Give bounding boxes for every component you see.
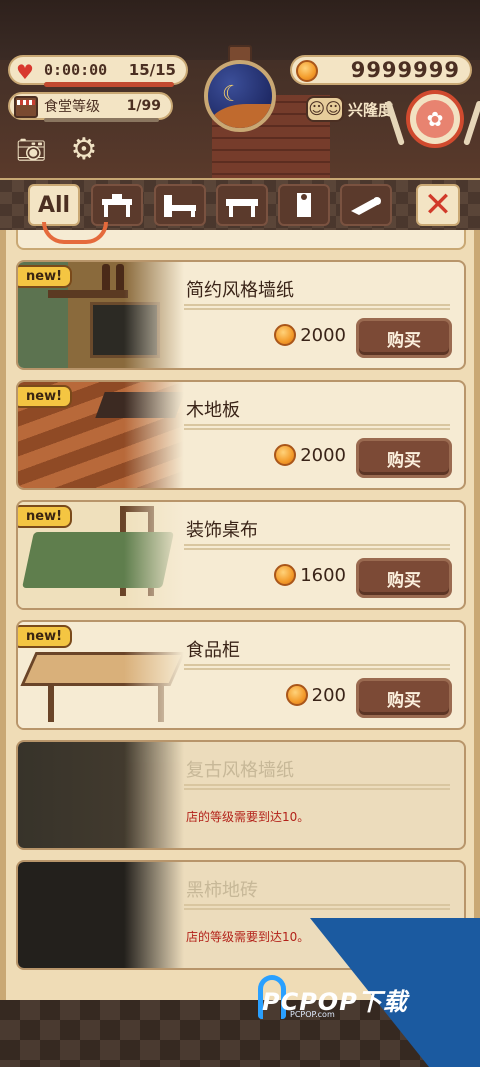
coin-icon — [274, 564, 297, 586]
cabinet-leg — [48, 684, 54, 722]
moon-icon: ☾ — [222, 82, 242, 107]
table-icon — [226, 199, 258, 217]
menu-board-image — [90, 302, 160, 358]
shelf-image — [48, 290, 128, 298]
item-name: 简约风格墙纸 — [186, 280, 294, 301]
level-value: 1/99 — [126, 98, 161, 114]
list-item[interactable]: new! 装饰桌布 1600 购买 — [16, 500, 466, 610]
coin-icon — [274, 444, 297, 466]
item-thumbnail — [42, 222, 108, 244]
popularity: ☺☺ 兴隆度 — [306, 96, 393, 122]
list-item[interactable]: new! 简约风格墙纸 2000 购买 — [16, 260, 466, 370]
tab-floor[interactable] — [340, 184, 392, 226]
tab-seating[interactable] — [154, 184, 206, 226]
stamina-progress — [44, 82, 174, 87]
watermark-subtext: PCPOP.com — [290, 1010, 335, 1019]
new-badge: new! — [18, 625, 73, 648]
price-value: 200 — [311, 684, 346, 706]
divider — [184, 904, 450, 910]
camera-icon: 📷︎ — [15, 136, 47, 164]
stamina-count: 15/15 — [128, 61, 176, 79]
price-value: 2000 — [300, 444, 346, 466]
bottle-image — [102, 264, 110, 290]
gear-icon: ⚙ — [70, 132, 98, 167]
item-name: 装饰桌布 — [186, 520, 258, 541]
price-value: 2000 — [300, 324, 346, 346]
close-button[interactable]: ✕ — [416, 184, 460, 226]
buy-button[interactable]: 购买 — [356, 318, 452, 358]
coin-amount: 9999999 — [350, 58, 460, 82]
restaurant-level: 食堂等级 1/99 — [8, 92, 173, 122]
tab-all-label: All — [37, 192, 71, 218]
heart-icon: ♥ — [16, 60, 34, 84]
list-item[interactable]: new! 食品柜 200 购买 — [16, 620, 466, 730]
buy-button[interactable]: 购买 — [356, 438, 452, 478]
seating-icon — [164, 195, 196, 217]
divider — [184, 784, 450, 790]
item-thumbnail — [18, 742, 184, 848]
coin-balance: 9999999 — [290, 55, 472, 85]
price-value: 1600 — [300, 564, 346, 586]
chair-image — [120, 506, 154, 596]
shop-icon — [14, 96, 38, 118]
tab-wallpaper[interactable] — [278, 184, 330, 226]
tablecloth-image — [22, 532, 174, 588]
tab-table-chairs[interactable] — [91, 184, 143, 226]
coin-icon — [285, 684, 308, 706]
buy-button[interactable]: 购买 — [356, 678, 452, 718]
level-requirement: 店的等级需要到达10。 — [186, 930, 310, 944]
clock-ground — [208, 104, 272, 128]
level-label: 食堂等级 — [44, 99, 100, 115]
new-badge: new! — [18, 385, 73, 408]
buy-button[interactable]: 购买 — [356, 558, 452, 598]
new-badge: new! — [18, 505, 73, 528]
table-chairs-icon — [102, 194, 132, 217]
list-item — [16, 222, 466, 250]
floor-roll-icon — [351, 197, 381, 215]
list-item: 复古风格墙纸 店的等级需要到达10。 — [16, 740, 466, 850]
settings-button[interactable]: ⚙ — [66, 132, 102, 168]
coin-icon — [296, 60, 318, 82]
stamina-bar: ♥ 0:00:00 15/15 — [8, 55, 188, 87]
popularity-plate[interactable]: ✿ — [406, 90, 464, 148]
list-item[interactable]: new! 木地板 2000 购买 — [16, 380, 466, 490]
new-badge: new! — [18, 265, 73, 288]
item-price: 2000 — [274, 444, 346, 466]
item-name: 木地板 — [186, 400, 240, 421]
sakura-icon: ✿ — [416, 100, 454, 138]
item-price: 200 — [285, 684, 346, 706]
item-price: 2000 — [274, 324, 346, 346]
coin-icon — [274, 324, 297, 346]
item-thumbnail — [18, 862, 184, 968]
item-name: 食品柜 — [186, 640, 240, 661]
tab-table[interactable] — [216, 184, 268, 226]
rug-image — [95, 392, 184, 418]
day-night-clock[interactable]: ☾ — [204, 60, 276, 132]
cabinet-leg — [158, 684, 164, 722]
item-name: 复古风格墙纸 — [186, 760, 294, 781]
divider — [184, 544, 450, 550]
divider — [184, 664, 450, 670]
camera-button[interactable]: 📷︎ — [14, 136, 48, 164]
item-name: 黑柿地砖 — [186, 880, 258, 901]
level-progress — [44, 118, 159, 122]
level-requirement: 店的等级需要到达10。 — [186, 810, 310, 824]
tab-all[interactable]: All — [28, 184, 80, 226]
bottle-image — [116, 264, 124, 290]
divider — [184, 304, 450, 310]
close-icon: ✕ — [423, 185, 453, 225]
cabinet-image — [20, 652, 184, 686]
item-price: 1600 — [274, 564, 346, 586]
customers-icon: ☺☺ — [306, 96, 344, 122]
wallpaper-icon — [297, 193, 311, 217]
stamina-timer: 0:00:00 — [44, 61, 108, 79]
divider — [184, 424, 450, 430]
